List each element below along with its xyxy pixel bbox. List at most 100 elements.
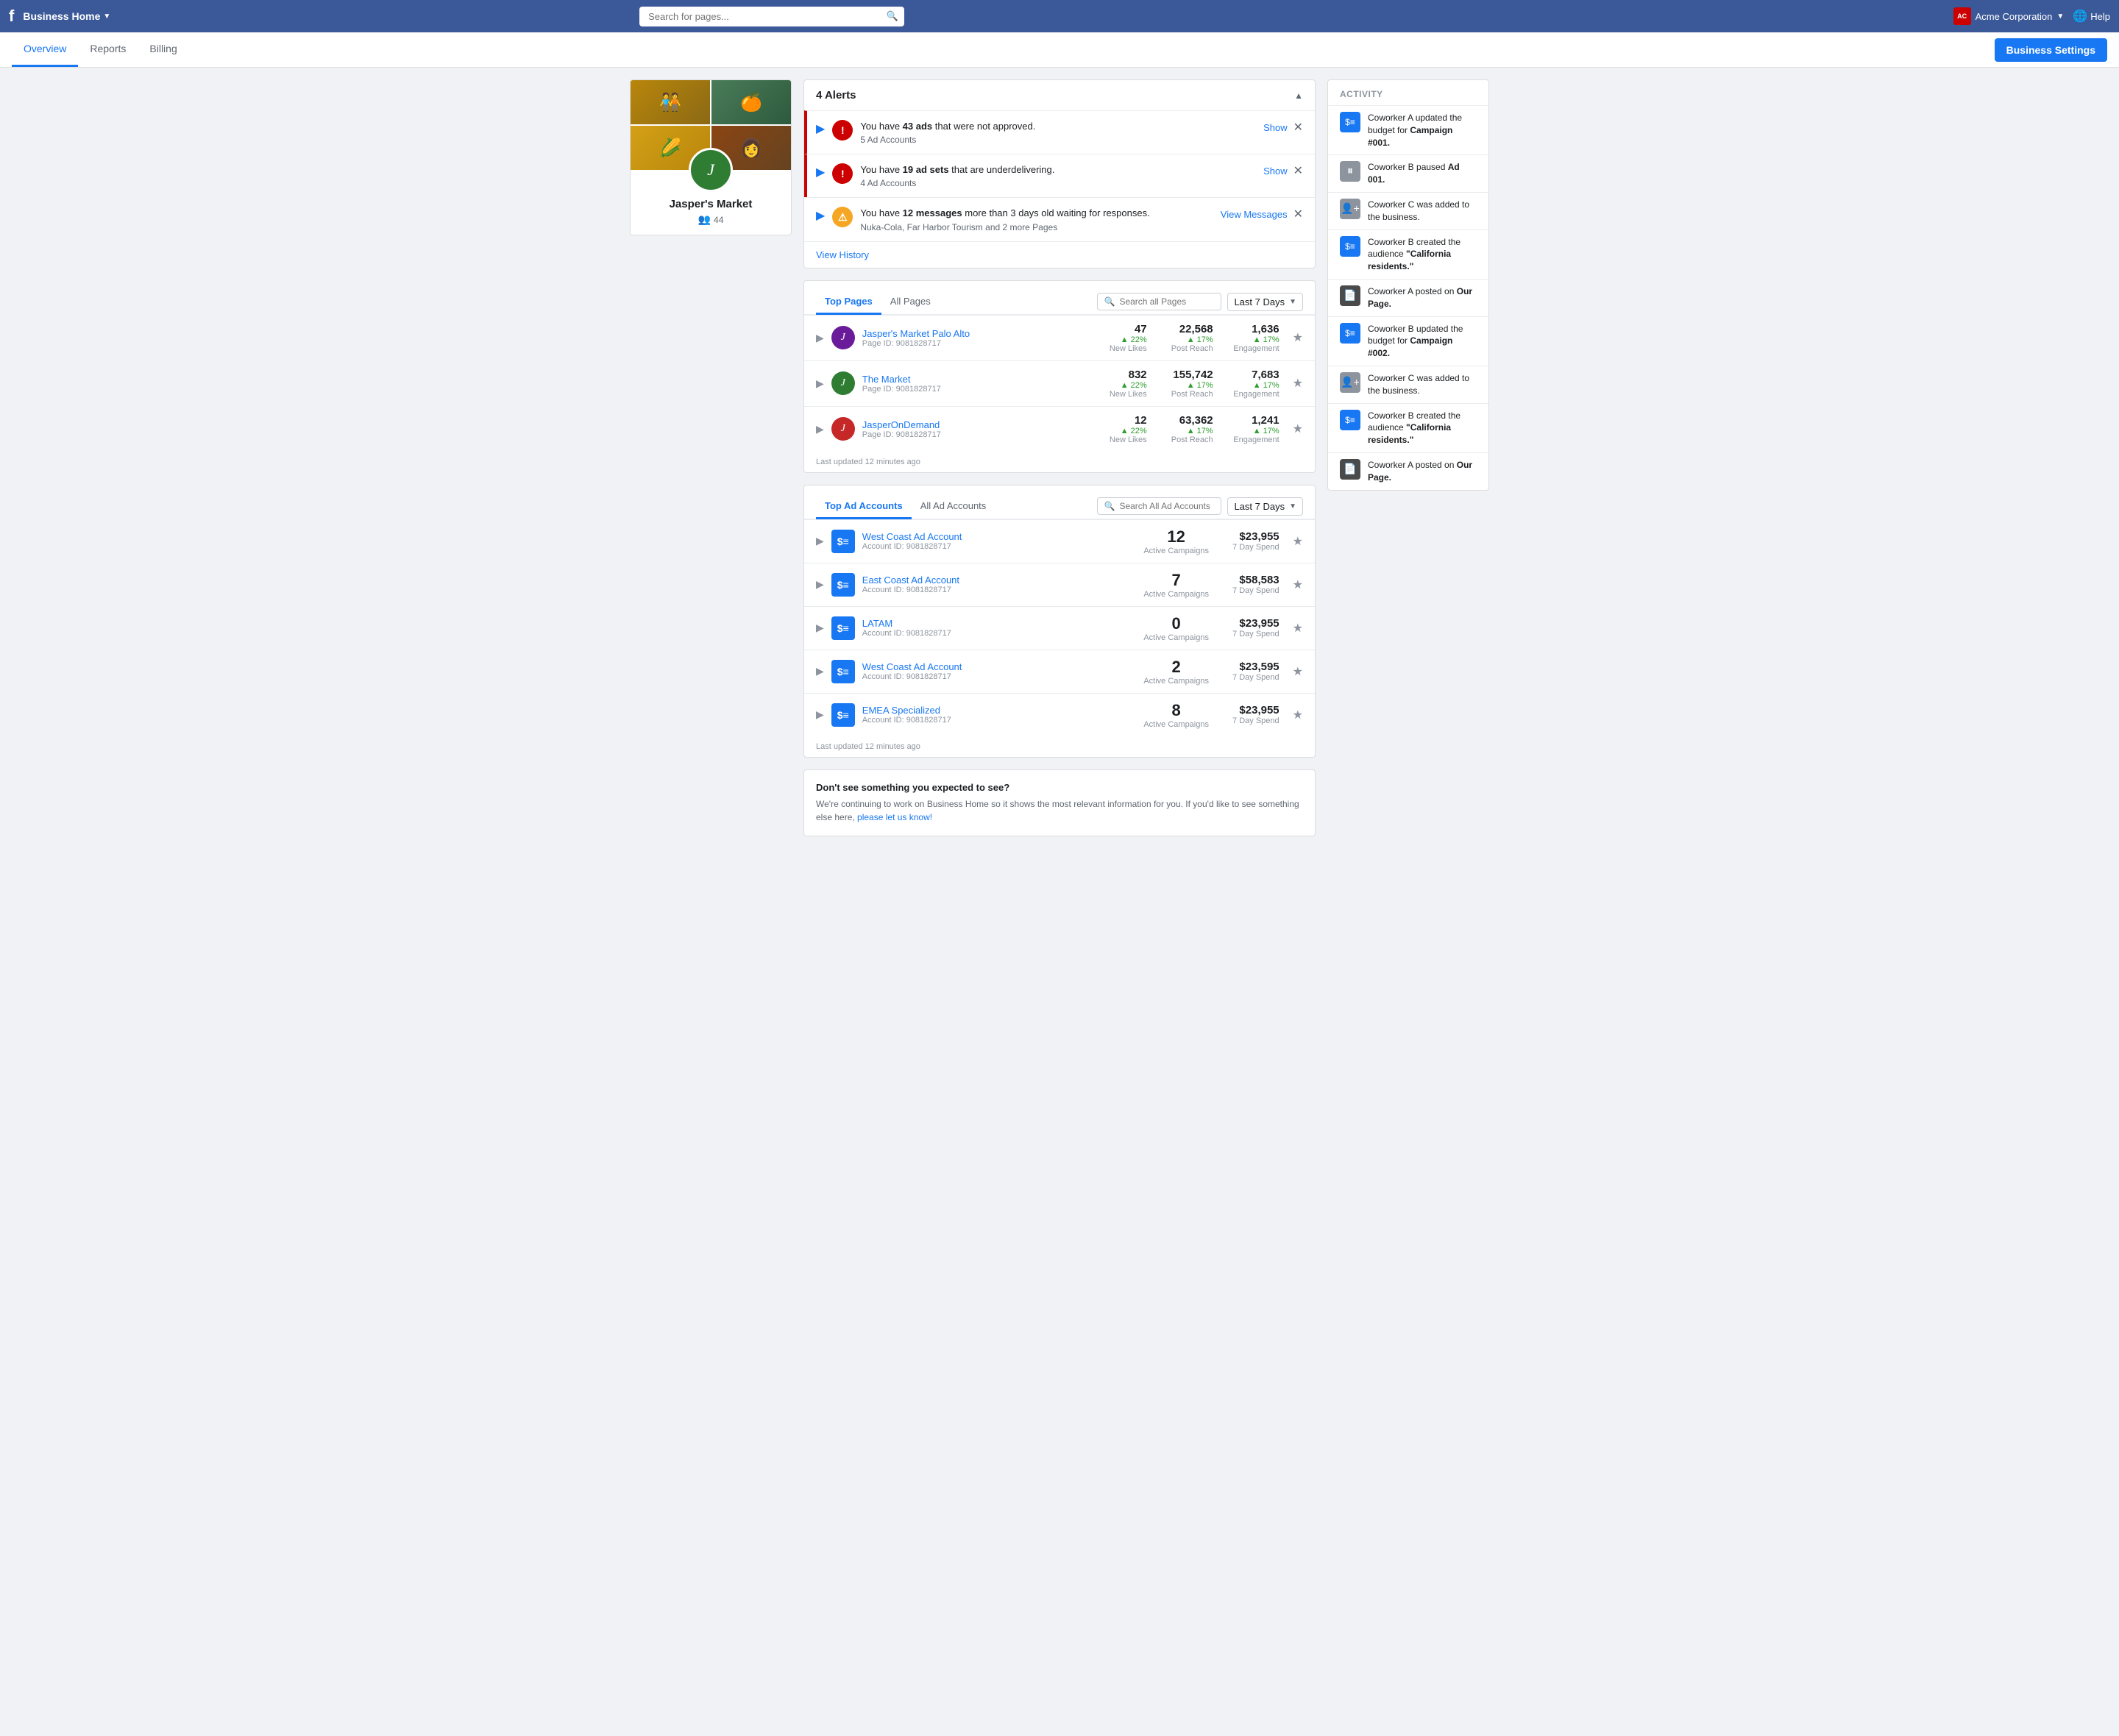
page-stat3-1: 7,683 ▲ 17% Engagement bbox=[1221, 369, 1279, 399]
page-star-2[interactable]: ★ bbox=[1293, 421, 1303, 436]
page-expand-2[interactable]: ▶ bbox=[816, 423, 824, 435]
pages-search-input[interactable] bbox=[1119, 296, 1215, 307]
ad-name-4[interactable]: EMEA Specialized bbox=[862, 705, 1132, 716]
alert-close-1[interactable]: ✕ bbox=[1293, 120, 1303, 135]
tab-top-ad-accounts[interactable]: Top Ad Accounts bbox=[816, 494, 912, 519]
page-stat1-label-0: New Likes bbox=[1088, 344, 1147, 353]
activity-icon-0: $≡ bbox=[1340, 112, 1360, 132]
footer-link[interactable]: please let us know! bbox=[857, 812, 932, 822]
ad-spend-1: $58,583 bbox=[1221, 574, 1279, 586]
page-star-0[interactable]: ★ bbox=[1293, 330, 1303, 345]
activity-icon-5: $≡ bbox=[1340, 323, 1360, 344]
page-name-0[interactable]: Jasper's Market Palo Alto bbox=[862, 328, 1081, 339]
ad-expand-3[interactable]: ▶ bbox=[816, 665, 824, 677]
ad-star-4[interactable]: ★ bbox=[1293, 708, 1303, 722]
activity-item-3: $≡ Coworker B created the audience "Cali… bbox=[1328, 230, 1488, 279]
ad-name-block-4: EMEA Specialized Account ID: 9081828717 bbox=[862, 705, 1132, 725]
activity-item-8: 📄 Coworker A posted on Our Page. bbox=[1328, 452, 1488, 490]
business-settings-button[interactable]: Business Settings bbox=[1995, 38, 2107, 62]
help-label: Help bbox=[2090, 11, 2110, 22]
alerts-collapse-icon: ▲ bbox=[1294, 90, 1303, 101]
pages-section-header: Top Pages All Pages 🔍 Last 7 Days ▼ bbox=[804, 281, 1315, 315]
ad-account-row-1: ▶ $≡ East Coast Ad Account Account ID: 9… bbox=[804, 563, 1315, 606]
ad-star-3[interactable]: ★ bbox=[1293, 664, 1303, 679]
alert-close-2[interactable]: ✕ bbox=[1293, 163, 1303, 178]
business-home-brand[interactable]: Business Home ▼ bbox=[23, 10, 110, 22]
ad-campaigns-label-0: Active Campaigns bbox=[1140, 547, 1213, 555]
activity-item-2: 👤+ Coworker C was added to the business. bbox=[1328, 192, 1488, 230]
alerts-header[interactable]: 4 Alerts ▲ bbox=[804, 80, 1315, 110]
tab-billing[interactable]: Billing bbox=[138, 32, 188, 67]
ad-accounts-days-select[interactable]: Last 7 Days ▼ bbox=[1227, 497, 1303, 516]
pages-days-select[interactable]: Last 7 Days ▼ bbox=[1227, 293, 1303, 311]
page-star-1[interactable]: ★ bbox=[1293, 376, 1303, 391]
alert-actions-1: Show ✕ bbox=[1263, 120, 1303, 135]
page-stat2-0: 22,568 ▲ 17% Post Reach bbox=[1154, 323, 1213, 353]
ad-star-0[interactable]: ★ bbox=[1293, 534, 1303, 549]
pages-days-arrow: ▼ bbox=[1289, 298, 1296, 306]
nav-bar: Overview Reports Billing Business Settin… bbox=[0, 32, 2119, 68]
page-stat3-2: 1,241 ▲ 17% Engagement bbox=[1221, 414, 1279, 444]
activity-icon-2: 👤+ bbox=[1340, 199, 1360, 219]
activity-text-2: Coworker C was added to the business. bbox=[1368, 199, 1477, 224]
ad-accounts-header: Top Ad Accounts All Ad Accounts 🔍 Last 7… bbox=[804, 485, 1315, 519]
tab-reports[interactable]: Reports bbox=[78, 32, 138, 67]
ad-expand-4[interactable]: ▶ bbox=[816, 708, 824, 721]
page-name-2[interactable]: JasperOnDemand bbox=[862, 419, 1081, 430]
alert-view-messages[interactable]: View Messages bbox=[1221, 209, 1288, 220]
ad-accounts-last-updated: Last updated 12 minutes ago bbox=[804, 736, 1315, 757]
ad-name-3[interactable]: West Coast Ad Account bbox=[862, 661, 1132, 672]
ad-name-2[interactable]: LATAM bbox=[862, 618, 1132, 629]
tab-overview[interactable]: Overview bbox=[12, 32, 78, 67]
alert-show-2[interactable]: Show bbox=[1263, 166, 1288, 177]
ad-spend-0: $23,955 bbox=[1221, 530, 1279, 543]
ad-expand-2[interactable]: ▶ bbox=[816, 622, 824, 634]
followers-icon: 👥 bbox=[698, 213, 711, 226]
ad-expand-1[interactable]: ▶ bbox=[816, 578, 824, 591]
activity-title: ACTIVITY bbox=[1328, 80, 1488, 105]
account-selector[interactable]: AC Acme Corporation ▼ bbox=[1953, 7, 2065, 25]
page-expand-1[interactable]: ▶ bbox=[816, 377, 824, 390]
footer-note-title: Don't see something you expected to see? bbox=[816, 782, 1303, 793]
page-stat1-num-1: 832 bbox=[1088, 369, 1147, 381]
followers-count: 44 bbox=[714, 215, 723, 225]
tab-top-pages[interactable]: Top Pages bbox=[816, 290, 881, 315]
ad-star-2[interactable]: ★ bbox=[1293, 621, 1303, 636]
profile-name: Jasper's Market bbox=[639, 198, 782, 210]
view-history-link[interactable]: View History bbox=[816, 249, 869, 260]
ad-name-1[interactable]: East Coast Ad Account bbox=[862, 574, 1132, 586]
alerts-title: 4 Alerts bbox=[816, 89, 856, 102]
ad-name-block-3: West Coast Ad Account Account ID: 908182… bbox=[862, 661, 1132, 681]
pages-search-box: 🔍 bbox=[1097, 293, 1221, 310]
alert-close-3[interactable]: ✕ bbox=[1293, 207, 1303, 221]
page-stat2-change-1: ▲ 17% bbox=[1154, 381, 1213, 390]
activity-icon-7: $≡ bbox=[1340, 410, 1360, 430]
page-icon-1: J bbox=[831, 371, 855, 395]
ad-spend-3: $23,595 bbox=[1221, 661, 1279, 673]
page-stat1-num-2: 12 bbox=[1088, 414, 1147, 427]
alert-item-2: ▶ ! You have 19 ad sets that are underde… bbox=[804, 154, 1315, 197]
tab-all-pages[interactable]: All Pages bbox=[881, 290, 940, 315]
help-button[interactable]: 🌐 Help bbox=[2073, 9, 2110, 24]
page-icon-2: J bbox=[831, 417, 855, 441]
alert-expand-1[interactable]: ▶ bbox=[816, 121, 825, 136]
alert-expand-3[interactable]: ▶ bbox=[816, 208, 825, 223]
page-search-input[interactable] bbox=[639, 7, 904, 26]
ad-account-row-2: ▶ $≡ LATAM Account ID: 9081828717 0 Acti… bbox=[804, 606, 1315, 650]
ad-icon-0: $≡ bbox=[831, 530, 855, 553]
alert-actions-3: View Messages ✕ bbox=[1221, 207, 1303, 221]
ad-accounts-search-input[interactable] bbox=[1119, 501, 1215, 511]
tab-all-ad-accounts[interactable]: All Ad Accounts bbox=[912, 494, 995, 519]
alert-show-1[interactable]: Show bbox=[1263, 122, 1288, 133]
ad-star-1[interactable]: ★ bbox=[1293, 577, 1303, 592]
ad-name-0[interactable]: West Coast Ad Account bbox=[862, 531, 1132, 542]
alert-expand-2[interactable]: ▶ bbox=[816, 165, 825, 179]
footer-note: Don't see something you expected to see?… bbox=[803, 769, 1316, 836]
alert-subtext-1: 5 Ad Accounts bbox=[860, 135, 1256, 145]
alerts-footer: View History bbox=[804, 241, 1315, 268]
page-name-1[interactable]: The Market bbox=[862, 374, 1081, 385]
page-stat3-change-2: ▲ 17% bbox=[1221, 427, 1279, 435]
ad-expand-0[interactable]: ▶ bbox=[816, 535, 824, 547]
page-expand-0[interactable]: ▶ bbox=[816, 332, 824, 344]
nav-tabs: Overview Reports Billing bbox=[12, 32, 189, 67]
